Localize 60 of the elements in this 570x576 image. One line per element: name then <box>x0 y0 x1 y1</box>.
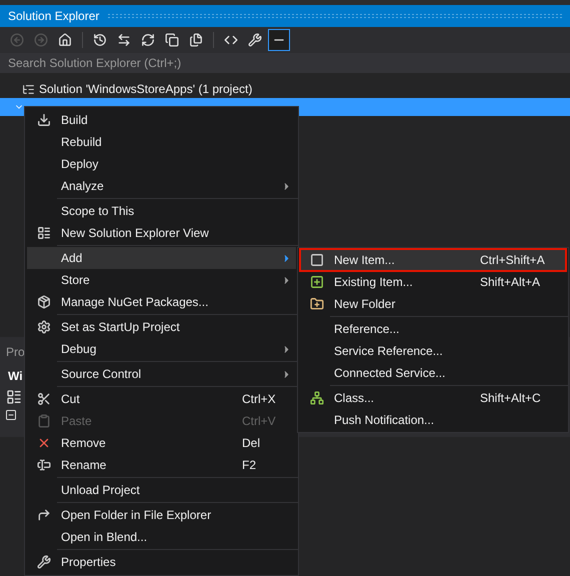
files-icon <box>189 33 203 47</box>
wrench-icon <box>248 33 262 47</box>
menu-item[interactable]: Remove Del <box>27 432 296 454</box>
menu-item[interactable]: Debug <box>27 338 296 360</box>
square-icon <box>310 253 324 267</box>
wrench-icon <box>37 555 51 569</box>
menu-item[interactable]: Open Folder in File Explorer <box>27 504 296 526</box>
rename-icon <box>37 458 51 472</box>
square-plus-icon <box>310 275 324 289</box>
menu-item[interactable]: Existing Item... Shift+Alt+A <box>300 271 566 293</box>
menu-item[interactable]: New Solution Explorer View <box>27 222 296 244</box>
menu-item[interactable]: Class... Shift+Alt+C <box>300 387 566 409</box>
build-icon <box>37 113 51 127</box>
history-icon <box>93 33 107 47</box>
menu-item[interactable]: Analyze <box>27 175 296 197</box>
scissors-icon <box>37 392 51 406</box>
menu-item[interactable]: New Folder <box>300 293 566 315</box>
window-title: Solution Explorer <box>8 8 100 25</box>
preview-button[interactable] <box>268 29 290 51</box>
close-icon <box>37 436 51 450</box>
class-icon <box>310 391 324 405</box>
menu-item[interactable]: Build <box>27 109 296 131</box>
menu-item[interactable]: Cut Ctrl+X <box>27 388 296 410</box>
menu-item[interactable]: Open in Blend... <box>27 526 296 548</box>
list-icon <box>37 226 51 240</box>
collapse-icon <box>165 33 179 47</box>
menu-item[interactable]: Add <box>27 247 296 269</box>
panel-title: Pro <box>6 345 25 359</box>
menu-item[interactable]: Push Notification... <box>300 409 566 431</box>
tree-row[interactable]: Solution 'WindowsStoreApps' (1 project) <box>0 80 570 98</box>
sync-icon <box>117 33 131 47</box>
panel-subtitle: Wi <box>8 369 23 383</box>
settings-icon <box>37 320 51 334</box>
package-icon <box>37 295 51 309</box>
redo-arrow-icon <box>37 508 51 522</box>
menu-item[interactable]: Properties <box>27 551 296 573</box>
collapse-icon[interactable] <box>5 409 17 421</box>
home-icon <box>58 33 72 47</box>
solution-icon <box>22 82 35 96</box>
menu-item[interactable]: Reference... <box>300 318 566 340</box>
menu-item[interactable]: New Item... Ctrl+Shift+A <box>300 249 566 271</box>
menu-item[interactable]: Deploy <box>27 153 296 175</box>
menu-item[interactable]: Source Control <box>27 363 296 385</box>
clipboard-icon <box>37 414 51 428</box>
refresh-icon <box>141 33 155 47</box>
search-field[interactable]: Search Solution Explorer (Ctrl+;) <box>0 53 570 73</box>
menu-item[interactable]: Rebuild <box>27 131 296 153</box>
categorized-icon[interactable] <box>6 389 22 405</box>
forward-icon <box>34 33 48 47</box>
folder-icon <box>310 297 324 311</box>
code-icon <box>224 33 238 47</box>
menu-item[interactable]: Rename F2 <box>27 454 296 476</box>
menu-item[interactable]: Unload Project <box>27 479 296 501</box>
menu-item[interactable]: Set as StartUp Project <box>27 316 296 338</box>
menu-item[interactable]: Connected Service... <box>300 362 566 384</box>
menu-item[interactable]: Service Reference... <box>300 340 566 362</box>
menu-item[interactable]: Store <box>27 269 296 291</box>
menu-item[interactable]: Scope to This <box>27 200 296 222</box>
back-icon <box>10 33 24 47</box>
menu-item[interactable]: Manage NuGet Packages... <box>27 291 296 313</box>
